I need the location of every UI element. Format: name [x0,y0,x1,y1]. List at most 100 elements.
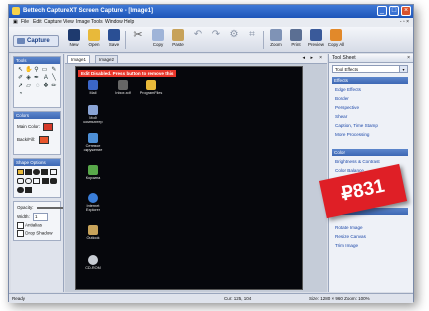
select-tool-icon[interactable]: ▭ [41,67,48,74]
cut-button[interactable]: ✂ [129,29,147,51]
shape-filled-rect[interactable] [17,169,24,175]
copy-button[interactable]: Copy [149,29,167,51]
close-icon[interactable]: × [407,54,410,62]
shape-outline-block[interactable] [33,178,40,184]
document-tabs: Image1 Image2 ◂ ▸ × [65,54,327,64]
menu-file[interactable]: File [21,19,29,25]
tab-image1[interactable]: Image1 [67,55,91,63]
main-color-swatch[interactable] [43,123,54,131]
menu-view[interactable]: View [63,19,74,25]
menu-tools[interactable]: Tools [91,19,103,25]
copy-all-label: Copy All [327,42,345,47]
menu-help[interactable]: Help [124,19,134,25]
section-effects[interactable]: Effects [332,77,408,84]
minimize-button[interactable]: _ [377,6,387,16]
paste-button[interactable]: Paste [169,29,187,51]
tool-item[interactable]: More Processing [335,132,369,137]
menu-edit[interactable]: Edit [33,19,42,25]
shape-filled-rounded[interactable] [50,178,58,184]
brush-tool-icon[interactable]: ✐ [17,75,24,82]
open-label: Open [88,42,100,47]
tool-sheet-header: Tool Sheet × [329,54,413,63]
desktop-icon-label: Сетевое окружение [83,144,103,153]
highlight-tool-icon[interactable]: ✏ [50,83,57,90]
fill-tool-icon[interactable]: ◈ [25,75,32,82]
menu-capture[interactable]: Capture [44,19,62,25]
shape-solid-rect[interactable] [25,169,32,175]
toolbar: Capture New Open Save ✂ Copy Paste ↶ ↷ ⚙… [9,27,413,53]
paste-icon [172,29,184,41]
tool-item[interactable]: Brightness & Contrast [335,159,380,164]
shape-filled-ellipse[interactable] [17,187,24,193]
tool-item[interactable]: Rotate Image [335,225,363,230]
tab-scroll-left[interactable]: ◂ [302,55,305,61]
line-tool-icon[interactable]: ╲ [50,75,57,82]
menu-app-icon[interactable]: ▣ [13,19,18,25]
tool-item[interactable]: Perspective [335,105,359,110]
tool-item[interactable]: Edge Effects [335,87,361,92]
magnify-tool-icon[interactable]: ⚲ [33,67,40,74]
hand-tool-icon[interactable]: ✋ [25,67,32,74]
settings-button[interactable]: ⚙ [225,29,243,51]
gear-icon: ⚙ [229,29,239,40]
width-input[interactable]: 1 [33,213,49,221]
pen-tool-icon[interactable]: ✎ [50,67,57,74]
shape-solid-block[interactable] [41,169,48,175]
tab-close[interactable]: × [319,55,322,61]
text-tool-icon[interactable]: A [42,75,49,82]
arrow-tool-icon[interactable]: ➚ [17,83,24,90]
menu-window[interactable]: Window [105,19,123,25]
captured-image[interactable]: Edit Disabled. Press button to remove th… [75,66,303,290]
shape-outline-rect[interactable] [50,169,58,175]
width-row: Width: 1 [17,213,49,221]
pointer-tool-icon[interactable]: ↖ [17,67,24,74]
opacity-slider[interactable] [36,206,63,209]
tab-image2[interactable]: Image2 [95,55,119,63]
back-color-swatch[interactable] [38,136,49,144]
shape-outline-ellipse[interactable] [25,178,32,184]
tool-item[interactable]: Shear [335,114,347,119]
tool-item[interactable]: Caption, Time Stamp [335,123,378,128]
maximize-button[interactable]: □ [389,6,399,16]
undo-button[interactable]: ↶ [189,29,207,51]
zoom-button[interactable]: Zoom [267,29,285,51]
print-button[interactable]: Print [287,29,305,51]
tool-item[interactable]: Border [335,96,349,101]
save-button[interactable]: Save [105,29,123,51]
stamp-tool-icon[interactable]: ❖ [42,83,49,90]
drop-shadow-checkbox[interactable] [17,230,24,237]
zoom-icon [270,29,282,41]
desktop-icon: Mail [80,80,106,95]
tool-item[interactable]: Trim Image [335,243,358,248]
shape-filled-block[interactable] [25,187,32,193]
redo-button[interactable]: ↷ [207,29,225,51]
mdi-controls[interactable]: - ▫ × [400,19,409,25]
title-bar: Bettech CaptureXT Screen Capture - [Imag… [9,5,413,18]
shape-outline-rounded[interactable] [17,178,24,184]
tool-item[interactable]: Resize Canvas [335,234,366,239]
tab-scroll-right[interactable]: ▸ [310,55,313,61]
tool-sheet-select[interactable]: Tool Effects ▾ [332,65,408,73]
antialias-checkbox[interactable] [17,222,24,229]
shape-filled-rect-2[interactable] [42,178,50,184]
back-color-label: Back/Fill: [17,137,36,143]
edit-disabled-banner[interactable]: Edit Disabled. Press button to remove th… [78,70,177,77]
copy-all-button[interactable]: Copy All [327,29,345,51]
blur-tool-icon[interactable]: ◔ [17,91,24,98]
crop-icon: ⌗ [249,29,255,40]
dropper-tool-icon[interactable]: ✒ [33,75,40,82]
new-icon [68,29,80,41]
new-button[interactable]: New [65,29,83,51]
menu-image[interactable]: Image [76,19,90,25]
network-icon [88,133,98,143]
close-button[interactable]: × [401,6,411,16]
open-button[interactable]: Open [85,29,103,51]
preview-button[interactable]: Preview [307,29,325,51]
section-color[interactable]: Color [332,149,408,156]
recycle-bin-icon [88,165,98,175]
eraser-tool-icon[interactable]: ▱ [25,83,32,90]
capture-button[interactable]: Capture [13,35,59,47]
lasso-tool-icon[interactable]: ◌ [34,83,41,90]
shape-solid-ellipse[interactable] [33,169,40,175]
crop-button[interactable]: ⌗ [243,29,261,51]
